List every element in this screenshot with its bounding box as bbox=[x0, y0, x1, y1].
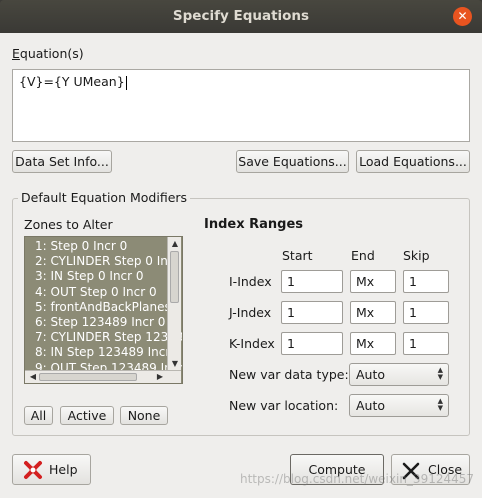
i-index-label: I-Index bbox=[229, 274, 272, 289]
zone-list-item[interactable]: 2: CYLINDER Step 0 Incr 0 bbox=[35, 253, 182, 269]
skip-column-header: Skip bbox=[403, 248, 430, 263]
new-var-type-select[interactable]: Auto ▲ ▼ bbox=[349, 363, 449, 386]
end-column-header: End bbox=[351, 248, 375, 263]
scroll-right-icon[interactable]: ▶ bbox=[153, 372, 167, 381]
equation-text: {V}={Y UMean} bbox=[19, 74, 125, 89]
zones-label: Zones to Alter bbox=[24, 217, 113, 232]
select-all-button[interactable]: All bbox=[24, 406, 53, 425]
save-equations-button[interactable]: Save Equations... bbox=[236, 150, 349, 173]
equation-label: Equation(s) bbox=[12, 46, 84, 61]
i-index-skip-input[interactable]: 1 bbox=[403, 270, 449, 293]
help-button[interactable]: Help bbox=[12, 454, 91, 485]
new-var-location-select[interactable]: Auto ▲ ▼ bbox=[349, 394, 449, 417]
k-index-end-input[interactable]: Mx bbox=[350, 332, 396, 355]
zones-horizontal-scrollbar[interactable]: ◀ ▶ bbox=[25, 370, 181, 383]
zone-list-item[interactable]: 3: IN Step 0 Incr 0 bbox=[35, 268, 144, 284]
zone-list-item[interactable]: 6: Step 123489 Incr 0 bbox=[35, 314, 165, 330]
k-index-start-input[interactable]: 1 bbox=[281, 332, 343, 355]
k-index-skip-input[interactable]: 1 bbox=[403, 332, 449, 355]
data-set-info-button[interactable]: Data Set Info... bbox=[12, 150, 112, 173]
updown-icon: ▲ ▼ bbox=[437, 366, 443, 381]
scroll-up-icon[interactable]: ▲ bbox=[168, 239, 182, 248]
j-index-skip-input[interactable]: 1 bbox=[403, 301, 449, 324]
scroll-left-icon[interactable]: ◀ bbox=[26, 372, 40, 381]
select-none-button[interactable]: None bbox=[120, 406, 168, 425]
j-index-end-input[interactable]: Mx bbox=[350, 301, 396, 324]
new-var-type-value: Auto bbox=[356, 367, 386, 382]
start-column-header: Start bbox=[282, 248, 313, 263]
zone-list-item[interactable]: 7: CYLINDER Step 123489 bbox=[35, 329, 182, 345]
new-var-type-label: New var data type: bbox=[229, 367, 349, 382]
zone-list-item[interactable]: 8: IN Step 123489 Incr bbox=[35, 344, 170, 360]
zone-list-item[interactable]: 4: OUT Step 0 Incr 0 bbox=[35, 284, 157, 300]
k-index-label: K-Index bbox=[229, 336, 275, 351]
zone-list-item[interactable]: 5: frontAndBackPlanes bbox=[35, 299, 171, 315]
help-label: Help bbox=[49, 462, 78, 477]
watermark: https://blog.csdn.net/weixin_39124457 bbox=[240, 472, 475, 486]
zones-vertical-scrollbar[interactable]: ▲ ▼ bbox=[167, 237, 181, 370]
j-index-start-input[interactable]: 1 bbox=[281, 301, 343, 324]
new-var-location-value: Auto bbox=[356, 398, 386, 413]
updown-icon: ▲ ▼ bbox=[437, 397, 443, 412]
vertical-scroll-thumb[interactable] bbox=[170, 251, 179, 303]
i-index-end-input[interactable]: Mx bbox=[350, 270, 396, 293]
index-ranges-title: Index Ranges bbox=[204, 217, 304, 232]
modifiers-group-title: Default Equation Modifiers bbox=[18, 190, 191, 205]
j-index-label: J-Index bbox=[229, 305, 272, 320]
window-close-icon[interactable]: ✕ bbox=[453, 7, 472, 26]
new-var-location-label: New var location: bbox=[229, 398, 339, 413]
equation-input[interactable]: {V}={Y UMean} bbox=[12, 69, 470, 142]
scroll-down-icon[interactable]: ▼ bbox=[168, 359, 182, 368]
zone-list-item[interactable]: 1: Step 0 Incr 0 bbox=[35, 238, 127, 254]
help-icon bbox=[23, 460, 43, 480]
select-active-button[interactable]: Active bbox=[60, 406, 114, 425]
window-title: Specify Equations bbox=[172, 8, 310, 24]
horizontal-scroll-thumb[interactable] bbox=[39, 373, 137, 381]
load-equations-button[interactable]: Load Equations... bbox=[356, 150, 470, 173]
i-index-start-input[interactable]: 1 bbox=[281, 270, 343, 293]
zones-list[interactable]: 1: Step 0 Incr 0 2: CYLINDER Step 0 Incr … bbox=[24, 236, 183, 384]
